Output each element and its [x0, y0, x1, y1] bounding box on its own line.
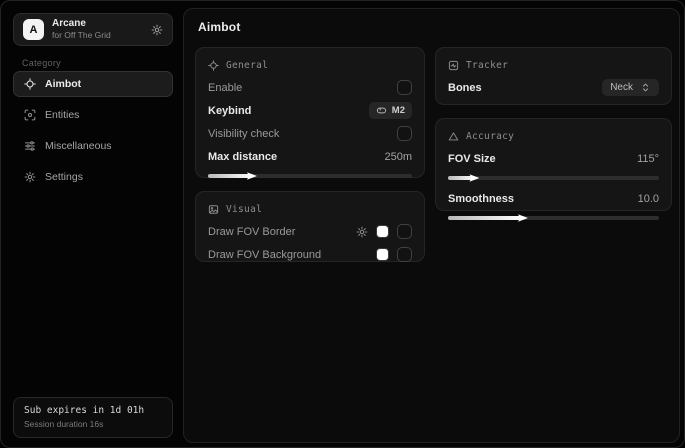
sidebar-nav: Aimbot Entities [13, 71, 173, 190]
crosshair-icon [208, 60, 219, 71]
sliders-icon [24, 140, 36, 152]
sidebar-item-miscellaneous[interactable]: Miscellaneous [13, 133, 173, 159]
sidebar-item-entities[interactable]: Entities [13, 102, 173, 128]
sidebar-item-aimbot[interactable]: Aimbot [13, 71, 173, 97]
visibility-check-label: Visibility check [208, 128, 279, 140]
sidebar-item-label: Settings [45, 171, 83, 183]
fov-border-row: Draw FOV Border [208, 223, 412, 240]
crosshair-icon [24, 78, 36, 90]
visual-panel-header: Visual [208, 201, 412, 217]
fov-size-slider[interactable] [448, 176, 659, 180]
enable-row: Enable [208, 79, 412, 96]
fov-border-checkbox[interactable] [397, 224, 412, 239]
max-distance-label: Max distance [208, 151, 277, 163]
smoothness-value: 10.0 [638, 193, 659, 205]
max-distance-row: Max distance 250m [208, 148, 412, 165]
accuracy-panel: Accuracy FOV Size 115° Smoothness 10.0 [435, 118, 672, 211]
max-distance-value: 250m [384, 151, 412, 163]
fov-border-color-swatch[interactable] [376, 225, 389, 238]
app-subtitle: for Off The Grid [52, 30, 111, 41]
scan-icon [24, 109, 36, 121]
slider-fill [208, 174, 253, 178]
keybind-row: Keybind M2 [208, 102, 412, 119]
bones-label: Bones [448, 82, 482, 94]
fov-background-label: Draw FOV Background [208, 249, 321, 261]
panel-title: Visual [226, 204, 262, 215]
slider-thumb[interactable] [247, 171, 257, 181]
sidebar-item-settings[interactable]: Settings [13, 164, 173, 190]
tracker-panel: Tracker Bones Neck [435, 47, 672, 105]
keybind-button[interactable]: M2 [369, 102, 412, 119]
app-name: Arcane [52, 18, 111, 31]
sort-arrows-icon [640, 82, 651, 93]
bones-row: Bones Neck [448, 79, 659, 96]
app-logo: A [23, 19, 44, 40]
sidebar-item-label: Aimbot [45, 78, 81, 90]
sidebar: A Arcane for Off The Grid Category [1, 1, 181, 447]
session-card: Sub expires in 1d 01h Session duration 1… [13, 397, 173, 438]
panel-title: Tracker [466, 60, 508, 71]
panel-title: General [226, 60, 268, 71]
page-title: Aimbot [198, 20, 241, 34]
image-icon [208, 204, 219, 215]
smoothness-label: Smoothness [448, 193, 514, 205]
fov-size-row: FOV Size 115° [448, 150, 659, 167]
session-duration-text: Session duration 16s [24, 419, 162, 429]
slider-fill [448, 216, 524, 220]
enable-label: Enable [208, 82, 242, 94]
general-panel-header: General [208, 57, 412, 73]
fov-border-label: Draw FOV Border [208, 226, 295, 238]
app-title-block: Arcane for Off The Grid [52, 18, 111, 41]
accuracy-panel-header: Accuracy [448, 128, 659, 144]
fov-background-color-swatch[interactable] [376, 248, 389, 261]
gear-icon [24, 171, 36, 183]
smoothness-row: Smoothness 10.0 [448, 190, 659, 207]
bones-selected-value: Neck [610, 82, 633, 93]
visibility-row: Visibility check [208, 125, 412, 142]
sidebar-item-label: Miscellaneous [45, 140, 112, 152]
keybind-label: Keybind [208, 105, 251, 117]
main-panel: Aimbot General Enable Keybind [183, 8, 680, 443]
category-label: Category [22, 58, 61, 68]
fov-border-settings-gear-icon[interactable] [356, 226, 368, 238]
app-window: A Arcane for Off The Grid Category [0, 0, 685, 448]
panel-title: Accuracy [466, 131, 514, 142]
slider-thumb[interactable] [469, 173, 479, 183]
slider-fill [448, 176, 475, 180]
general-panel: General Enable Keybind M2 [195, 47, 425, 178]
keybind-value: M2 [392, 105, 405, 116]
sidebar-item-label: Entities [45, 109, 79, 121]
smoothness-slider[interactable] [448, 216, 659, 220]
enable-checkbox[interactable] [397, 80, 412, 95]
fov-background-checkbox[interactable] [397, 247, 412, 262]
max-distance-slider[interactable] [208, 174, 412, 178]
sub-expiry-text: Sub expires in 1d 01h [24, 405, 162, 416]
tracker-panel-header: Tracker [448, 57, 659, 73]
activity-icon [448, 60, 459, 71]
visibility-checkbox[interactable] [397, 126, 412, 141]
triangle-icon [448, 131, 459, 142]
visual-panel: Visual Draw FOV Border Draw FOV Back [195, 191, 425, 262]
mouse-icon [376, 105, 387, 116]
settings-gear-icon[interactable] [151, 24, 163, 36]
fov-background-row: Draw FOV Background [208, 246, 412, 263]
bones-dropdown[interactable]: Neck [602, 79, 659, 96]
logo-card: A Arcane for Off The Grid [13, 13, 173, 46]
fov-size-value: 115° [637, 153, 659, 165]
slider-thumb[interactable] [518, 213, 528, 223]
fov-size-label: FOV Size [448, 153, 496, 165]
